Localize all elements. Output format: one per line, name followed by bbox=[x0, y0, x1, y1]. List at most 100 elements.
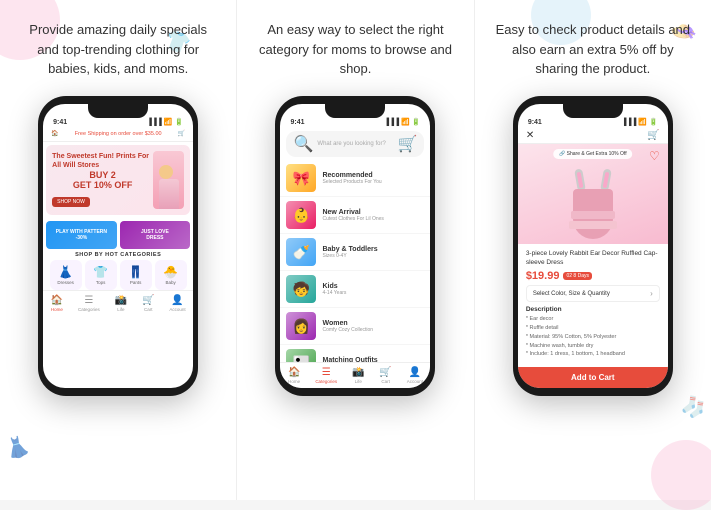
cat-label-top: Tops bbox=[96, 280, 106, 285]
list-item[interactable]: 🎀 Recommended Selected Products For You bbox=[280, 160, 430, 197]
list-item[interactable]: 👩 Women Comfy Cozy Collection bbox=[280, 308, 430, 345]
signal3-icon: ▐▐▐ bbox=[621, 119, 636, 126]
battery2-icon: 🔋 bbox=[412, 118, 421, 126]
phone1: 9:41 ▐▐▐ 📶 🔋 🏠 Free Shipping on order ov… bbox=[38, 96, 198, 396]
price-main: $19.99 bbox=[526, 270, 560, 282]
list-item[interactable]: 👨‍👧 Matching Outfits Match With Your Lit… bbox=[280, 345, 430, 362]
list-item[interactable]: 👶 New Arrival Cutest Clothes For Lil One… bbox=[280, 197, 430, 234]
panel-shopping: Provide amazing daily specials and top-t… bbox=[0, 0, 237, 500]
cat-sub-baby: Sizes 0-4Y bbox=[322, 253, 424, 259]
cat-name-baby: Baby & Toddlers bbox=[322, 246, 424, 253]
add-to-cart-button[interactable]: Add to Cart bbox=[518, 367, 668, 388]
phone3-time: 9:41 bbox=[528, 119, 542, 126]
desc-item: * Machine wash, tumble dry bbox=[526, 342, 660, 351]
nav2-home[interactable]: 🏠 Home bbox=[288, 367, 300, 384]
cat-info-recommended: Recommended Selected Products For You bbox=[322, 172, 424, 185]
desc-item: * Material: 95% Cotton, 5% Polyester bbox=[526, 333, 660, 342]
nav2-account-icon: 👤 bbox=[409, 367, 421, 378]
heart-icon[interactable]: ♡ bbox=[649, 149, 660, 163]
cat-dresses[interactable]: 👗 Dresses bbox=[50, 260, 82, 290]
nav2-account[interactable]: 👤 Account bbox=[407, 367, 423, 384]
phone1-hero[interactable]: The Sweetest Fun! Prints For All Will St… bbox=[46, 145, 190, 215]
phone2: 9:41 ▐▐▐ 📶 🔋 🔍 What are you looking for?… bbox=[275, 96, 435, 396]
nav2-life[interactable]: 📸 Life bbox=[352, 367, 364, 384]
product-select[interactable]: Select Color, Size & Quantity › bbox=[526, 285, 660, 302]
sold-badge: 02 8 Days bbox=[563, 272, 592, 280]
phone1-screen: 9:41 ▐▐▐ 📶 🔋 🏠 Free Shipping on order ov… bbox=[43, 104, 193, 388]
phone1-notch bbox=[88, 104, 148, 118]
cat-label-dress: Dresses bbox=[57, 280, 74, 285]
nav-home[interactable]: 🏠 Home bbox=[51, 295, 63, 312]
nav2-cart-label: Cart bbox=[381, 379, 390, 384]
phone2-time: 9:41 bbox=[290, 119, 304, 126]
phone1-header: 🏠 Free Shipping on order over $35.00 🛒 bbox=[43, 128, 193, 142]
nav-life-icon: 📸 bbox=[115, 295, 127, 306]
nav2-home-icon: 🏠 bbox=[288, 367, 300, 378]
signal2-icon: ▐▐▐ bbox=[384, 119, 399, 126]
cat-info-new-arrival: New Arrival Cutest Clothes For Lil Ones bbox=[322, 209, 424, 222]
phone1-status-icons: ▐▐▐ 📶 🔋 bbox=[147, 118, 183, 126]
cat-pants[interactable]: 👖 Pants bbox=[120, 260, 152, 290]
nav-categories[interactable]: ☰ Categories bbox=[78, 295, 100, 312]
cart-icon[interactable]: 🛒 bbox=[178, 130, 185, 137]
cat-thumb-recommended: 🎀 bbox=[286, 164, 316, 192]
free-shipping-text: Free Shipping on order over $35.00 bbox=[75, 131, 162, 137]
cat-name-women: Women bbox=[322, 320, 424, 327]
phone1-banners: PLAY WITH PATTERN -30% JUST LOVE DRESS bbox=[43, 221, 193, 249]
phone2-search-bar[interactable]: 🔍 What are you looking for? 🛒 bbox=[286, 131, 424, 157]
select-arrow-icon: › bbox=[650, 289, 653, 298]
search-placeholder: What are you looking for? bbox=[317, 141, 393, 147]
cat-tops[interactable]: 👕 Tops bbox=[85, 260, 117, 290]
cat-name-recommended: Recommended bbox=[322, 172, 424, 179]
cat-sub-women: Comfy Cozy Collection bbox=[322, 327, 424, 333]
search-icon: 🔍 bbox=[293, 134, 313, 154]
battery-icon: 🔋 bbox=[174, 118, 183, 126]
home-icon: 🏠 bbox=[51, 130, 58, 137]
close-icon[interactable]: ✕ bbox=[526, 130, 534, 141]
nav-life[interactable]: 📸 Life bbox=[115, 295, 127, 312]
cat-sub-kids: 4-14 Years bbox=[322, 290, 424, 296]
panel-product: Easy to check product details and also e… bbox=[475, 0, 711, 500]
banner-play-pattern[interactable]: PLAY WITH PATTERN -30% bbox=[46, 221, 117, 249]
nav2-life-label: Life bbox=[355, 379, 362, 384]
shop-now-button[interactable]: SHOP NOW bbox=[52, 197, 90, 207]
list-item[interactable]: 🍼 Baby & Toddlers Sizes 0-4Y bbox=[280, 234, 430, 271]
nav2-life-icon: 📸 bbox=[352, 367, 364, 378]
nav-account-icon: 👤 bbox=[171, 295, 183, 306]
nav2-cart[interactable]: 🛒 Cart bbox=[379, 367, 391, 384]
product-title: 3-piece Lovely Rabbit Ear Decor Ruffled … bbox=[526, 249, 660, 267]
phone2-status-icons: ▐▐▐ 📶 🔋 bbox=[384, 118, 420, 126]
list-item[interactable]: 🧒 Kids 4-14 Years bbox=[280, 271, 430, 308]
phone1-hero-content: The Sweetest Fun! Prints For All Will St… bbox=[52, 152, 153, 208]
description-list: * Ear decor * Ruffle detail * Material: … bbox=[526, 315, 660, 359]
nav2-categories[interactable]: ☰ Categories bbox=[315, 367, 337, 384]
cat-thumb-kids: 🧒 bbox=[286, 275, 316, 303]
nav-life-label: Life bbox=[117, 307, 124, 312]
search-cart-icon[interactable]: 🛒 bbox=[398, 134, 418, 154]
cat-baby[interactable]: 🐣 Baby bbox=[155, 260, 187, 290]
panel3-description: Easy to check product details and also e… bbox=[485, 20, 701, 80]
cat-name-new-arrival: New Arrival bbox=[322, 209, 424, 216]
cat-info-women: Women Comfy Cozy Collection bbox=[322, 320, 424, 333]
nav-cart-icon: 🛒 bbox=[142, 295, 154, 306]
cat-info-kids: Kids 4-14 Years bbox=[322, 283, 424, 296]
select-label: Select Color, Size & Quantity bbox=[533, 291, 610, 297]
hero-subtitle: The Sweetest Fun! Prints For All Will St… bbox=[52, 152, 153, 170]
share-badge[interactable]: 🔗 Share & Get Extra 10% Off bbox=[553, 149, 633, 159]
hero-offer-line1: BUY 2 GET 10% OFF bbox=[52, 170, 153, 190]
cat-label-baby: Baby bbox=[166, 280, 176, 285]
cat-info-baby: Baby & Toddlers Sizes 0-4Y bbox=[322, 246, 424, 259]
banner-just-love[interactable]: JUST LOVE DRESS bbox=[120, 221, 191, 249]
desc-item: * Ruffle detail bbox=[526, 324, 660, 333]
panel1-description: Provide amazing daily specials and top-t… bbox=[10, 20, 226, 80]
nav-cart[interactable]: 🛒 Cart bbox=[142, 295, 154, 312]
product-image-area: 🔗 Share & Get Extra 10% Off ♡ bbox=[518, 144, 668, 244]
nav-account[interactable]: 👤 Account bbox=[169, 295, 185, 312]
phone3-status-icons: ▐▐▐ 📶 🔋 bbox=[621, 118, 657, 126]
cat-sub-recommended: Selected Products For You bbox=[322, 179, 424, 185]
product-info: 3-piece Lovely Rabbit Ear Decor Ruffled … bbox=[518, 244, 668, 367]
nav-home-label: Home bbox=[51, 307, 63, 312]
panel-category: An easy way to select the right category… bbox=[237, 0, 474, 500]
phone2-bottom-nav: 🏠 Home ☰ Categories 📸 Life 🛒 Cart bbox=[280, 362, 430, 388]
topbar-cart-icon[interactable]: 🛒 bbox=[647, 130, 659, 141]
